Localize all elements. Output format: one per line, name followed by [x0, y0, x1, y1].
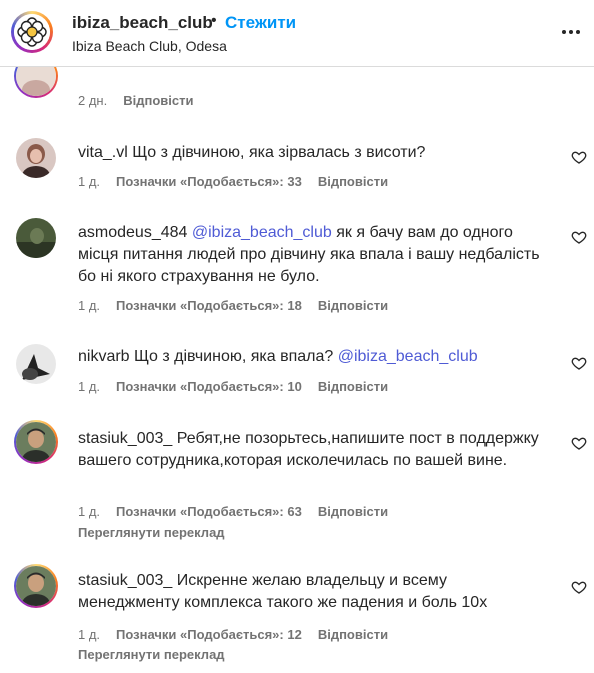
commenter-avatar-ring[interactable] — [14, 66, 58, 98]
see-translation-button[interactable]: Переглянути переклад — [78, 647, 225, 662]
likes-count[interactable]: Позначки «Подобається»: 63 — [116, 504, 302, 519]
commenter-photo — [16, 138, 56, 178]
comment-time: 1 д. — [78, 627, 101, 642]
follow-button[interactable]: Стежити — [225, 13, 296, 33]
commenter-avatar[interactable] — [16, 138, 56, 178]
comment-username[interactable]: vita_.vl — [78, 144, 128, 161]
commenter-photo — [16, 66, 56, 96]
reply-button[interactable]: Відповісти — [123, 93, 193, 108]
comment-mention[interactable]: @ibiza_beach_club — [192, 224, 332, 241]
comment-meta: 1 д. Позначки «Подобається»: 10 Відповісти — [78, 379, 404, 394]
comment-meta: 1 д. Позначки «Подобається»: 12 Відповісти — [78, 627, 404, 642]
comment-meta: 2 дн. Відповісти — [78, 93, 209, 108]
header-separator: • — [211, 12, 217, 29]
comment-text: stasiuk_003_ Ребят,не позорьтесь,напишит… — [78, 428, 548, 472]
partial-comment: 2 дн. Відповісти — [0, 66, 594, 118]
likes-count[interactable]: Позначки «Подобається»: 33 — [116, 174, 302, 189]
commenter-photo — [16, 344, 56, 384]
reply-button[interactable]: Відповісти — [318, 627, 388, 642]
commenter-avatar-ring[interactable] — [14, 420, 58, 464]
comment-meta: 1 д. Позначки «Подобається»: 63 Відповісти — [78, 504, 404, 519]
heart-outline-icon[interactable] — [571, 149, 587, 165]
reply-button[interactable]: Відповісти — [318, 504, 388, 519]
heart-outline-icon[interactable] — [571, 435, 587, 451]
commenter-avatar-ring[interactable] — [14, 564, 58, 608]
post-header: ibiza_beach_club • Стежити Ibiza Beach C… — [0, 0, 594, 67]
reply-button[interactable]: Відповісти — [318, 379, 388, 394]
comment-time: 1 д. — [78, 504, 101, 519]
commenter-photo — [16, 566, 56, 606]
account-username[interactable]: ibiza_beach_club — [72, 13, 213, 33]
commenter-photo — [16, 218, 56, 258]
comment-username[interactable]: nikvarb — [78, 348, 130, 365]
more-horizontal-icon[interactable] — [560, 21, 582, 43]
commenter-avatar[interactable] — [16, 344, 56, 384]
likes-count[interactable]: Позначки «Подобається»: 18 — [116, 298, 302, 313]
comment-username[interactable]: stasiuk_003_ — [78, 430, 172, 447]
heart-outline-icon[interactable] — [571, 579, 587, 595]
comment-body: Що з дівчиною, яка зірвалась з висоти? — [132, 144, 426, 161]
reply-button[interactable]: Відповісти — [318, 298, 388, 313]
account-avatar[interactable] — [14, 14, 50, 50]
commenter-avatar[interactable] — [16, 566, 56, 606]
comment-meta: 1 д. Позначки «Подобається»: 18 Відповісти — [78, 298, 404, 313]
comment-username[interactable]: stasiuk_003_ — [78, 572, 172, 589]
comment-time: 2 дн. — [78, 93, 108, 108]
comment-text: stasiuk_003_ Искренне желаю владельцу и … — [78, 570, 548, 614]
comment-username[interactable]: asmodeus_484 — [78, 224, 187, 241]
heart-outline-icon[interactable] — [571, 229, 587, 245]
commenter-avatar[interactable] — [16, 66, 56, 96]
post-location[interactable]: Ibiza Beach Club, Odesa — [72, 38, 227, 54]
see-translation-button[interactable]: Переглянути переклад — [78, 525, 225, 540]
comment-time: 1 д. — [78, 174, 101, 189]
commenter-photo — [16, 422, 56, 462]
comment-body: Що з дівчиною, яка впала? — [134, 348, 334, 365]
comment-mention[interactable]: @ibiza_beach_club — [338, 348, 478, 365]
account-avatar-ring[interactable] — [11, 11, 53, 53]
commenter-avatar[interactable] — [16, 422, 56, 462]
reply-button[interactable]: Відповісти — [318, 174, 388, 189]
commenter-avatar[interactable] — [16, 218, 56, 258]
comment-time: 1 д. — [78, 298, 101, 313]
comment-meta: 1 д. Позначки «Подобається»: 33 Відповісти — [78, 174, 404, 189]
likes-count[interactable]: Позначки «Подобається»: 12 — [116, 627, 302, 642]
comment-text: asmodeus_484 @ibiza_beach_club як я бачу… — [78, 222, 548, 288]
heart-outline-icon[interactable] — [571, 355, 587, 371]
flower-logo — [14, 14, 50, 50]
likes-count[interactable]: Позначки «Подобається»: 10 — [116, 379, 302, 394]
comment-text: nikvarb Що з дівчиною, яка впала? @ibiza… — [78, 346, 548, 368]
comment-text: vita_.vl Що з дівчиною, яка зірвалась з … — [78, 142, 548, 164]
comment-time: 1 д. — [78, 379, 101, 394]
